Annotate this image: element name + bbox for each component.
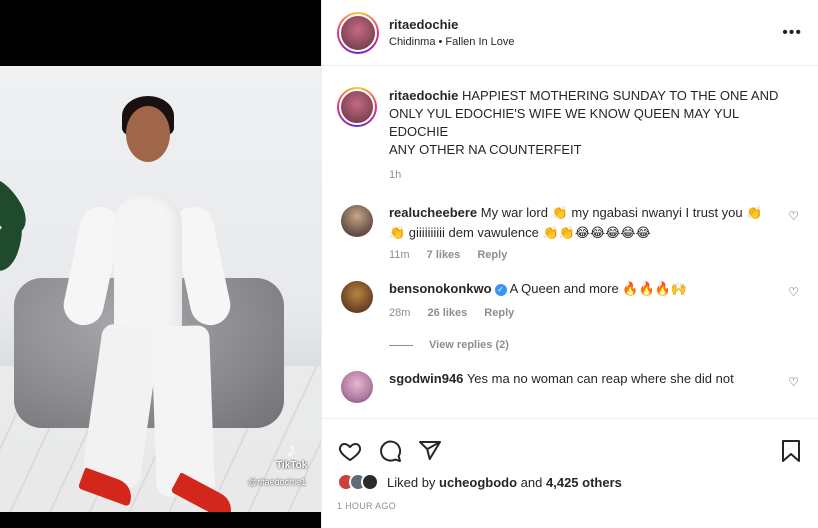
tiktok-icon: ♪	[286, 439, 297, 461]
liked-by-others[interactable]: 4,425 others	[546, 475, 622, 490]
caption-meta: 1h	[389, 169, 789, 181]
comment-time[interactable]: 11m	[389, 249, 410, 261]
comment-meta: 28m 26 likes Reply	[389, 307, 769, 319]
comment-likes[interactable]: 7 likes	[427, 249, 461, 261]
likes-summary: Liked by ucheogbodo and 4,425 others	[322, 473, 818, 491]
tiktok-brand: TikTok	[276, 460, 308, 471]
verified-badge-icon: ✓	[494, 283, 507, 296]
liker-avatars[interactable]	[337, 473, 379, 491]
reply-button[interactable]: Reply	[484, 307, 514, 319]
reply-button[interactable]: Reply	[477, 249, 507, 261]
share-icon[interactable]	[417, 438, 443, 464]
comments-list[interactable]: ritaedochie HAPPIEST MOTHERING SUNDAY TO…	[322, 67, 818, 417]
woman-figure	[59, 96, 235, 497]
post-sidebar: ritaedochie Chidinma • Fallen In Love ••…	[321, 0, 818, 528]
caption-text: ritaedochie HAPPIEST MOTHERING SUNDAY TO…	[389, 87, 789, 159]
caption: ritaedochie HAPPIEST MOTHERING SUNDAY TO…	[337, 87, 803, 181]
liked-by-prefix: Liked by	[387, 474, 436, 490]
action-icons	[322, 419, 818, 471]
comment-like-heart-icon[interactable]: ♡	[788, 375, 799, 389]
comment-item: sgodwin946 Yes ma no woman can reap wher…	[337, 369, 803, 403]
comment-body: A Queen and more 🔥🔥🔥🙌	[509, 281, 688, 296]
comment-item: realucheebere My war lord 👏 my ngabasi n…	[337, 203, 803, 261]
commenter-avatar[interactable]	[341, 205, 373, 237]
commenter-username[interactable]: sgodwin946	[389, 371, 463, 386]
post-viewer: ♪ TikTok @ritaedochie1 ritaedochie Chidi…	[0, 0, 818, 528]
more-horizontal-icon[interactable]: •••	[782, 24, 802, 42]
commenter-username[interactable]: realucheebere	[389, 205, 477, 220]
comment-body: Yes ma no woman can reap where she did n…	[466, 371, 734, 386]
liked-by-conj: and	[520, 474, 543, 490]
post-media[interactable]: ♪ TikTok @ritaedochie1	[0, 0, 321, 528]
liked-by-user[interactable]: ucheogbodo	[439, 475, 517, 490]
comment-item: bensonokonkwo ✓ A Queen and more 🔥🔥🔥🙌 28m …	[337, 279, 803, 319]
comment-likes[interactable]: 26 likes	[427, 307, 467, 319]
view-replies-label: View replies (2)	[429, 339, 509, 351]
audio-track[interactable]: Chidinma • Fallen In Love	[389, 36, 515, 48]
comment-text: bensonokonkwo ✓ A Queen and more 🔥🔥🔥🙌	[389, 279, 769, 299]
post-header: ritaedochie Chidinma • Fallen In Love ••…	[322, 0, 818, 66]
commenter-username[interactable]: bensonokonkwo	[389, 281, 492, 296]
author-avatar[interactable]	[337, 11, 379, 54]
tiktok-watermark: ♪ TikTok	[276, 440, 307, 471]
comment-text: sgodwin946 Yes ma no woman can reap wher…	[389, 369, 769, 389]
bookmark-icon[interactable]	[778, 438, 804, 464]
comment-time[interactable]: 28m	[389, 307, 410, 319]
post-actions: Liked by ucheogbodo and 4,425 others 1 H…	[322, 418, 818, 528]
commenter-avatar[interactable]	[341, 371, 373, 403]
caption-avatar[interactable]	[337, 87, 377, 127]
caption-time[interactable]: 1h	[389, 169, 401, 181]
comment-like-heart-icon[interactable]: ♡	[788, 285, 799, 299]
likes-text: Liked by ucheogbodo and 4,425 others	[387, 475, 622, 490]
post-timestamp: 1 HOUR AGO	[337, 501, 397, 511]
comment-icon[interactable]	[377, 438, 403, 464]
heart-icon[interactable]	[337, 438, 363, 464]
tiktok-handle: @ritaedochie1	[248, 477, 307, 487]
comment-meta: 11m 7 likes Reply	[389, 249, 769, 261]
comment-like-heart-icon[interactable]: ♡	[788, 209, 799, 223]
post-photo	[0, 66, 321, 512]
divider-line	[389, 344, 413, 346]
commenter-avatar[interactable]	[341, 281, 373, 313]
caption-username[interactable]: ritaedochie	[389, 88, 458, 103]
author-username[interactable]: ritaedochie	[389, 17, 515, 32]
view-replies-button[interactable]: View replies (2)	[389, 339, 803, 351]
comment-text: realucheebere My war lord 👏 my ngabasi n…	[389, 203, 769, 243]
